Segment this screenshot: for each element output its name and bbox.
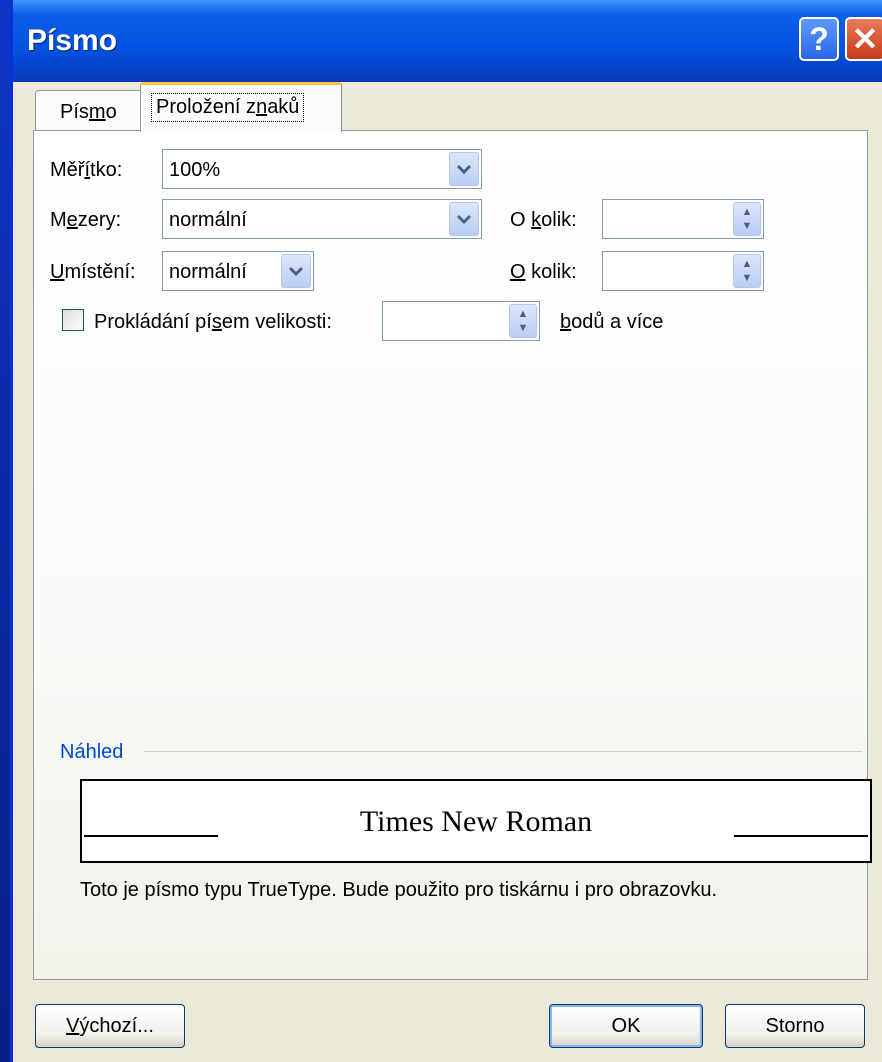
help-button[interactable]: ? [799,17,839,61]
tab-character-spacing-label: Proložení znaků [151,93,305,122]
position-by-label: O kolik: [510,261,577,283]
position-by-spinner[interactable]: ▲ ▼ [602,251,764,291]
spacing-by-spinner[interactable]: ▲ ▼ [602,199,764,239]
title-bar[interactable]: Písmo ? ✕ [13,0,882,82]
preview-box: Times New Roman [80,779,872,863]
spacing-combo[interactable]: normální [162,199,482,239]
position-dropdown-button[interactable] [281,254,311,288]
kerning-label: Prokládání písem velikosti: [94,311,332,333]
spacing-value: normální [169,209,247,231]
spacing-by-label: O kolik: [510,209,577,231]
spin-arrows-icon: ▲ ▼ [741,258,753,284]
preview-sample-text: Times New Roman [359,805,593,838]
default-button-label: Výchozí... [66,1014,154,1037]
chevron-down-icon [456,164,472,175]
tab-font[interactable]: Písmo [35,90,143,130]
tab-font-label: Písmo [60,101,117,123]
chevron-down-icon [456,214,472,225]
kerning-suffix: bodů a více [560,311,664,333]
position-combo[interactable]: normální [162,251,314,291]
help-icon: ? [809,20,829,57]
spacing-dropdown-button[interactable] [449,202,479,236]
default-button[interactable]: Výchozí... [35,1004,185,1048]
spin-arrows-icon: ▲ ▼ [741,206,753,232]
kerning-size-spinner[interactable]: ▲ ▼ [382,301,540,341]
preview-label: Náhled [60,741,124,763]
font-info-text: Toto je písmo typu TrueType. Bude použit… [80,879,718,901]
font-dialog: Písmo ? ✕ Písmo Proložení znaků Měřítko:… [10,0,882,1062]
scale-dropdown-button[interactable] [449,152,479,186]
position-label: Umístění: [50,261,136,283]
chevron-down-icon [288,266,304,277]
tab-panel: Měřítko: 100% Mezery: normální O kolik: … [33,130,872,980]
position-value: normální [169,261,247,283]
cancel-button[interactable]: Storno [725,1004,865,1048]
kerning-checkbox[interactable] [62,309,84,331]
preview-divider [144,751,862,752]
close-button[interactable]: ✕ [845,17,882,61]
scale-combo[interactable]: 100% [162,149,482,189]
preview-baseline-right [734,835,868,837]
spacing-label: Mezery: [50,209,122,231]
kerning-size-spin-buttons[interactable]: ▲ ▼ [509,304,537,338]
ok-button[interactable]: OK [549,1004,703,1048]
tab-character-spacing[interactable]: Proložení znaků [140,82,342,132]
dialog-title: Písmo [27,24,118,57]
position-by-spin-buttons[interactable]: ▲ ▼ [733,254,761,288]
spin-arrows-icon: ▲ ▼ [517,308,529,334]
scale-label: Měřítko: [50,159,123,181]
cancel-button-label: Storno [765,1014,825,1037]
spacing-by-spin-buttons[interactable]: ▲ ▼ [733,202,761,236]
close-icon: ✕ [851,21,879,57]
scale-value: 100% [169,159,221,181]
ok-button-label: OK [611,1014,641,1037]
